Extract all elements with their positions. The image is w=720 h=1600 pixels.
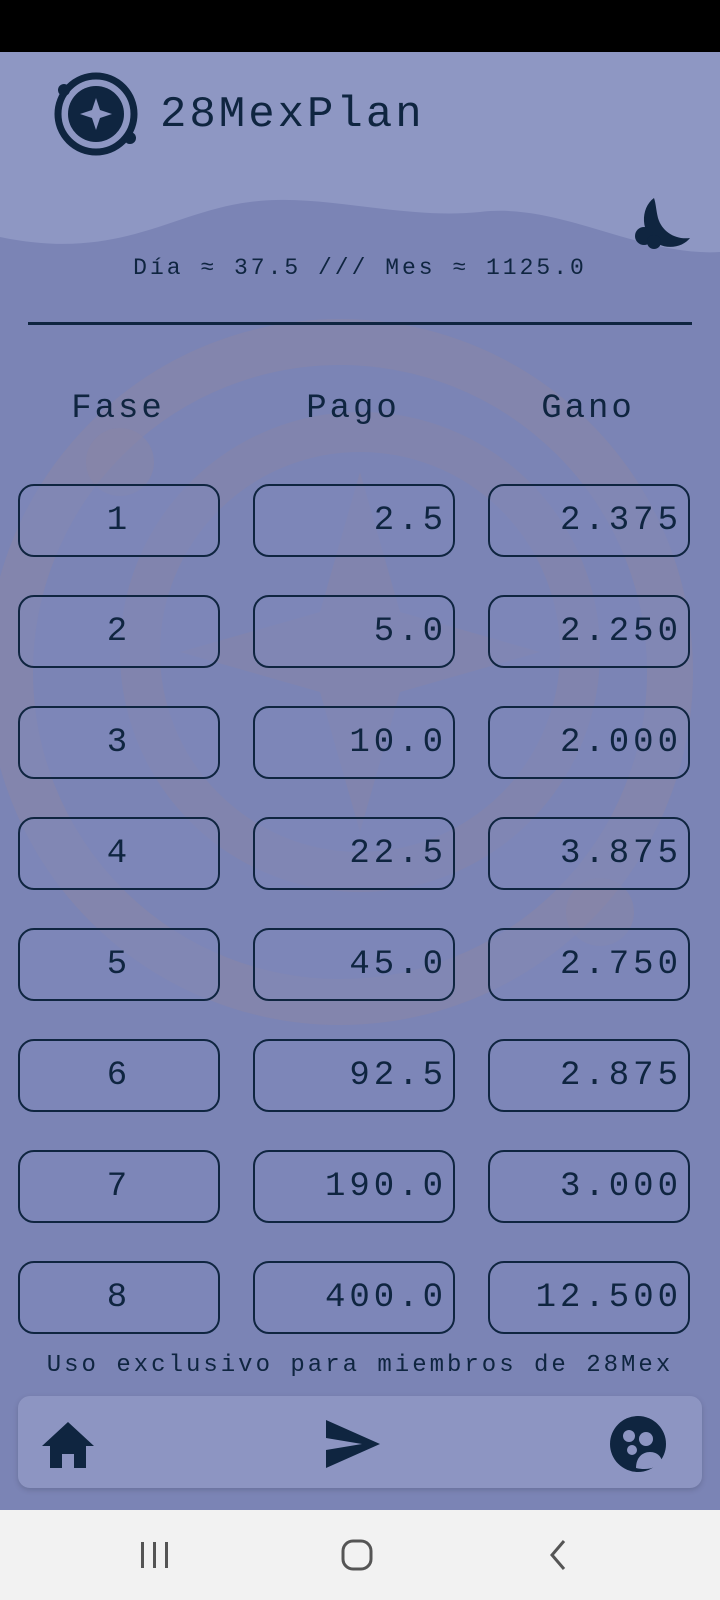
gano-cell[interactable]: 2.000 (488, 706, 690, 779)
home-circle-icon[interactable] (332, 1530, 382, 1580)
send-icon[interactable] (322, 1414, 382, 1474)
fase-cell[interactable]: 5 (18, 928, 220, 1001)
header-pago: Pago (306, 390, 400, 428)
pago-cell[interactable]: 92.5 (253, 1039, 455, 1112)
orbit-star-logo (54, 72, 138, 156)
group-icon[interactable] (608, 1414, 668, 1474)
recent-apps-icon[interactable] (130, 1530, 180, 1580)
daily-monthly-summary: Día ≈ 37.5 /// Mes ≈ 1125.0 (133, 255, 587, 281)
fase-cell[interactable]: 7 (18, 1150, 220, 1223)
header-gano: Gano (541, 390, 635, 428)
back-icon[interactable] (534, 1530, 584, 1580)
gano-cell[interactable]: 2.750 (488, 928, 690, 1001)
fase-cell[interactable]: 3 (18, 706, 220, 779)
fase-cell[interactable]: 1 (18, 484, 220, 557)
bottom-nav-bar (18, 1396, 702, 1488)
gano-cell[interactable]: 2.875 (488, 1039, 690, 1112)
pago-cell[interactable]: 2.5 (253, 484, 455, 557)
app-title: 28MexPlan (160, 90, 425, 140)
gano-cell[interactable]: 3.000 (488, 1150, 690, 1223)
fase-cell[interactable]: 2 (18, 595, 220, 668)
pago-cell[interactable]: 400.0 (253, 1261, 455, 1334)
pago-cell[interactable]: 190.0 (253, 1150, 455, 1223)
pago-cell[interactable]: 5.0 (253, 595, 455, 668)
status-bar (0, 0, 720, 52)
header-fase: Fase (71, 390, 165, 428)
moon-icon[interactable] (632, 194, 692, 254)
system-nav-bar (0, 1510, 720, 1600)
pago-cell[interactable]: 10.0 (253, 706, 455, 779)
gano-cell[interactable]: 2.250 (488, 595, 690, 668)
pago-cell[interactable]: 22.5 (253, 817, 455, 890)
pago-cell[interactable]: 45.0 (253, 928, 455, 1001)
fase-cell[interactable]: 4 (18, 817, 220, 890)
footer-note: Uso exclusivo para miembros de 28Mex (46, 1352, 674, 1379)
fase-cell[interactable]: 6 (18, 1039, 220, 1112)
gano-cell[interactable]: 2.375 (488, 484, 690, 557)
home-icon[interactable] (38, 1414, 98, 1474)
gano-cell[interactable]: 3.875 (488, 817, 690, 890)
gano-cell[interactable]: 12.500 (488, 1261, 690, 1334)
fase-cell[interactable]: 8 (18, 1261, 220, 1334)
app-screen: 28MexPlan Día ≈ 37.5 /// Mes ≈ 1125.0 Fa… (0, 52, 720, 1510)
divider (28, 322, 692, 325)
